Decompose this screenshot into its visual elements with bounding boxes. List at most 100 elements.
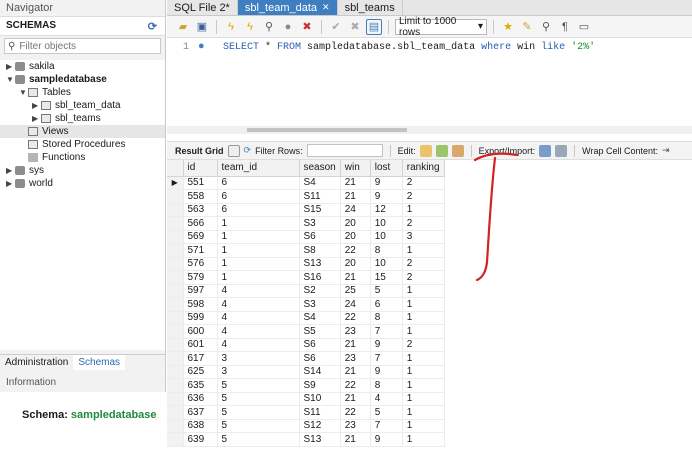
- tree-item[interactable]: ▼ sampledatabase: [0, 73, 165, 86]
- cell-ranking[interactable]: 3: [402, 230, 445, 244]
- export-icon[interactable]: [539, 144, 552, 157]
- table-row[interactable]: 638 5 S12 23 7 1: [167, 419, 445, 433]
- cell-win[interactable]: 21: [340, 189, 371, 204]
- table-row[interactable]: 558 6 S11 21 9 2: [167, 189, 445, 204]
- cell-season[interactable]: S6: [299, 338, 341, 352]
- cell-lost[interactable]: 9: [370, 365, 403, 379]
- limit-rows-select[interactable]: Limit to 1000 rows ▾: [395, 16, 487, 38]
- cell-id[interactable]: 636: [183, 392, 218, 406]
- editor-horizontal-scrollbar[interactable]: [167, 126, 692, 134]
- row-header[interactable]: [167, 216, 184, 231]
- cell-ranking[interactable]: 1: [402, 405, 445, 420]
- result-grid-label[interactable]: Result Grid: [175, 146, 224, 156]
- cell-ranking[interactable]: 1: [402, 297, 445, 312]
- cell-id[interactable]: 600: [183, 324, 218, 339]
- tree-item[interactable]: ▶ world: [0, 177, 165, 190]
- cell-lost[interactable]: 15: [370, 270, 403, 285]
- save-icon[interactable]: ▣: [194, 19, 210, 35]
- cell-team_id[interactable]: 1: [217, 243, 300, 258]
- wrap-cell-icon[interactable]: ⇥: [662, 145, 670, 156]
- row-header[interactable]: [167, 189, 184, 204]
- table-row[interactable]: 625 3 S14 21 9 1: [167, 365, 445, 379]
- row-header[interactable]: [167, 392, 184, 406]
- cell-ranking[interactable]: 2: [402, 257, 445, 271]
- cell-ranking[interactable]: 1: [402, 351, 445, 366]
- edit-row-icon[interactable]: [419, 144, 432, 157]
- sql-editor[interactable]: 1 ● SELECT * FROM sampledatabase.sbl_tea…: [167, 38, 692, 130]
- cell-season[interactable]: S6: [299, 351, 341, 366]
- commit-icon[interactable]: ✔: [328, 19, 344, 35]
- cell-id[interactable]: 563: [183, 203, 218, 217]
- table-row[interactable]: 569 1 S6 20 10 3: [167, 230, 445, 244]
- cell-lost[interactable]: 10: [370, 216, 403, 231]
- cell-ranking[interactable]: 2: [402, 176, 445, 190]
- cell-lost[interactable]: 10: [370, 230, 403, 244]
- cell-win[interactable]: 21: [340, 392, 371, 406]
- cell-team_id[interactable]: 4: [217, 324, 300, 339]
- column-header-team_id[interactable]: team_id: [217, 160, 300, 177]
- tab-administration[interactable]: Administration: [0, 355, 73, 370]
- column-header-id[interactable]: id: [183, 160, 218, 177]
- cell-win[interactable]: 21: [340, 176, 371, 190]
- tree-item[interactable]: Stored Procedures: [0, 138, 165, 151]
- refresh-icon[interactable]: ⟳: [148, 20, 157, 33]
- row-header[interactable]: [167, 338, 184, 352]
- cell-team_id[interactable]: 1: [217, 216, 300, 231]
- cell-team_id[interactable]: 6: [217, 176, 300, 190]
- cell-team_id[interactable]: 6: [217, 203, 300, 217]
- close-icon[interactable]: ✕: [322, 2, 330, 13]
- cell-id[interactable]: 558: [183, 189, 218, 204]
- grid-view-icon[interactable]: [227, 144, 240, 157]
- cell-season[interactable]: S5: [299, 324, 341, 339]
- cell-ranking[interactable]: 1: [402, 392, 445, 406]
- cell-id[interactable]: 637: [183, 405, 218, 420]
- cell-lost[interactable]: 8: [370, 243, 403, 258]
- row-header[interactable]: [167, 230, 184, 244]
- filter-objects-field[interactable]: ⚲: [4, 38, 161, 54]
- cell-lost[interactable]: 9: [370, 176, 403, 190]
- row-header[interactable]: [167, 311, 184, 325]
- cell-season[interactable]: S13: [299, 257, 341, 271]
- table-row[interactable]: 576 1 S13 20 10 2: [167, 257, 445, 271]
- tab-sbl-team-data[interactable]: sbl_team_data ✕: [237, 0, 338, 15]
- filter-objects-input[interactable]: [19, 40, 150, 52]
- cell-season[interactable]: S11: [299, 405, 341, 420]
- tab-sql-file-2-[interactable]: SQL File 2*: [167, 0, 238, 15]
- explain-icon[interactable]: ⚲: [261, 19, 277, 35]
- row-header[interactable]: [167, 405, 184, 420]
- cell-id[interactable]: 569: [183, 230, 218, 244]
- table-row[interactable]: 639 5 S13 21 9 1: [167, 432, 445, 447]
- execute-current-icon[interactable]: ϟ: [242, 19, 258, 35]
- cell-season[interactable]: S2: [299, 284, 341, 298]
- cell-team_id[interactable]: 5: [217, 405, 300, 420]
- cell-lost[interactable]: 9: [370, 189, 403, 204]
- execute-icon[interactable]: ϟ: [223, 19, 239, 35]
- row-header[interactable]: [167, 243, 184, 258]
- tree-item[interactable]: ▶ sbl_teams: [0, 112, 165, 125]
- cell-season[interactable]: S4: [299, 176, 341, 190]
- table-row[interactable]: 600 4 S5 23 7 1: [167, 324, 445, 339]
- cell-season[interactable]: S15: [299, 203, 341, 217]
- row-header[interactable]: [167, 203, 184, 217]
- cell-ranking[interactable]: 2: [402, 338, 445, 352]
- cell-ranking[interactable]: 2: [402, 216, 445, 231]
- table-row[interactable]: 571 1 S8 22 8 1: [167, 243, 445, 258]
- cell-team_id[interactable]: 3: [217, 351, 300, 366]
- delete-row-icon[interactable]: [451, 144, 464, 157]
- current-row-indicator-icon[interactable]: ▶: [167, 176, 184, 190]
- cell-id[interactable]: 617: [183, 351, 218, 366]
- cell-season[interactable]: S10: [299, 392, 341, 406]
- cell-ranking[interactable]: 1: [402, 203, 445, 217]
- cell-win[interactable]: 22: [340, 311, 371, 325]
- cell-ranking[interactable]: 1: [402, 243, 445, 258]
- collapsed-arrow-icon[interactable]: ▶: [32, 99, 41, 112]
- open-folder-icon[interactable]: ▰: [175, 19, 191, 35]
- cell-season[interactable]: S4: [299, 311, 341, 325]
- refresh-results-icon[interactable]: ⟳: [244, 145, 252, 156]
- collapsed-arrow-icon[interactable]: ▶: [6, 164, 15, 177]
- column-header-season[interactable]: season: [299, 160, 341, 177]
- column-header-lost[interactable]: lost: [370, 160, 403, 177]
- insert-row-icon[interactable]: [435, 144, 448, 157]
- tab-sbl-teams[interactable]: sbl_teams: [338, 0, 403, 15]
- cell-id[interactable]: 597: [183, 284, 218, 298]
